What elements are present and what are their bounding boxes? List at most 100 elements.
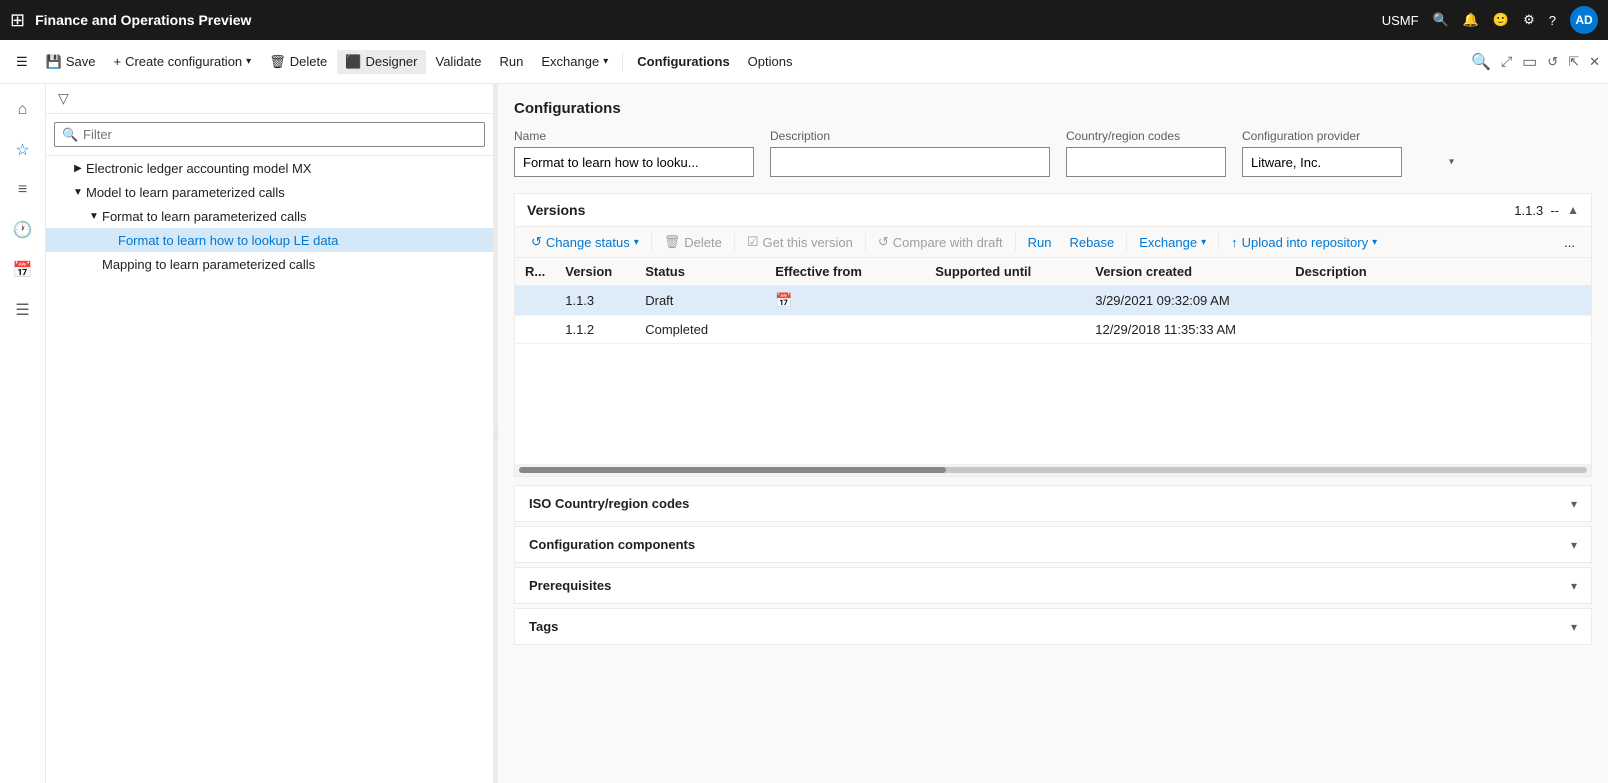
tree-item-format-lookup[interactable]: Format to learn how to lookup LE data (46, 228, 493, 252)
versions-section: Versions 1.1.3 -- ▲ ↺ Change status ▾ 🗑 … (514, 193, 1592, 477)
versions-exchange-button[interactable]: Exchange ▾ (1131, 232, 1214, 253)
delete-icon: 🗑 (269, 54, 286, 70)
waffle-icon[interactable]: ⊞ (10, 10, 25, 31)
col-header-version[interactable]: Version (555, 258, 635, 286)
col-header-supported[interactable]: Supported until (925, 258, 1085, 286)
app-title: Finance and Operations Preview (35, 12, 1382, 28)
table-row[interactable]: 1.1.3 Draft 📅 3/29/2021 09:32:09 AM (515, 286, 1591, 316)
tree-toggle-electronic-ledger[interactable]: ▶ (70, 160, 86, 176)
filter-button[interactable]: ▽ (54, 88, 73, 109)
iso-header[interactable]: ISO Country/region codes ▾ (515, 486, 1591, 521)
options-button[interactable]: Options (740, 50, 801, 73)
config-tree: ▶ Electronic ledger accounting model MX … (46, 156, 493, 783)
cell-r-0 (515, 286, 555, 316)
vt-sep-1 (651, 233, 652, 251)
hamburger-menu-button[interactable]: ☰ (8, 50, 36, 74)
country-input[interactable] (1066, 147, 1226, 177)
nav-filter-input[interactable] (54, 122, 485, 147)
main-layout: ⌂ ☆ ≡ 🕐 📅 ☰ ▽ 🔍 ▶ Electronic ledger acco… (0, 84, 1608, 783)
versions-run-button[interactable]: Run (1020, 232, 1060, 253)
validate-button[interactable]: Validate (428, 50, 490, 73)
country-field: Country/region codes (1066, 129, 1226, 177)
panel-icon[interactable]: ▭ (1522, 52, 1537, 72)
col-header-created[interactable]: Version created (1085, 258, 1285, 286)
designer-icon: ⬛ (345, 54, 361, 70)
fullscreen-icon[interactable]: ⤢ (1501, 53, 1512, 70)
provider-dropdown-arrow: ▾ (1449, 157, 1454, 168)
tree-toggle-model-parameterized[interactable]: ▼ (70, 184, 86, 200)
calendar-date-icon[interactable]: 📅 (775, 292, 792, 308)
refresh-icon[interactable]: ↺ (1547, 54, 1558, 70)
versions-more-button[interactable]: ... (1556, 232, 1583, 253)
toolbar-search-icon[interactable]: 🔍 (1471, 52, 1491, 72)
tree-item-format-parameterized[interactable]: ▼ Format to learn parameterized calls (46, 204, 493, 228)
get-version-icon: ☑ (747, 234, 759, 250)
versions-separator: -- (1550, 203, 1559, 218)
tree-item-electronic-ledger[interactable]: ▶ Electronic ledger accounting model MX (46, 156, 493, 180)
col-header-description[interactable]: Description (1285, 258, 1591, 286)
run-button[interactable]: Run (492, 50, 532, 73)
tree-toggle-mapping (86, 256, 102, 272)
prerequisites-section: Prerequisites ▾ (514, 567, 1592, 604)
sidebar-icons: ⌂ ☆ ≡ 🕐 📅 ☰ (0, 84, 46, 783)
clock-icon[interactable]: 🕐 (5, 212, 41, 248)
help-icon[interactable]: ? (1549, 13, 1556, 28)
versions-delete-button[interactable]: 🗑 Delete (656, 231, 730, 253)
bell-icon[interactable]: 🔔 (1463, 12, 1479, 28)
upload-dropdown-arrow: ▾ (1372, 237, 1377, 248)
vt-sep-2 (734, 233, 735, 251)
change-status-button[interactable]: ↺ Change status ▾ (523, 231, 647, 253)
horizontal-scrollbar[interactable] (515, 464, 1591, 476)
save-button[interactable]: 💾 Save (38, 50, 104, 74)
close-icon[interactable]: ✕ (1589, 54, 1600, 70)
form-row: Name Description Country/region codes Co… (514, 129, 1592, 177)
expand-icon[interactable]: ⇱ (1568, 54, 1579, 70)
versions-table-header-row: R... Version Status Effective from Suppo… (515, 258, 1591, 286)
col-header-effective[interactable]: Effective from (765, 258, 925, 286)
tree-toggle-format-parameterized[interactable]: ▼ (86, 208, 102, 224)
settings-icon[interactable]: ⚙ (1523, 12, 1535, 28)
provider-select[interactable]: Litware, Inc. (1242, 147, 1402, 177)
tree-toggle-format-lookup (102, 232, 118, 248)
tree-item-mapping-parameterized[interactable]: Mapping to learn parameterized calls (46, 252, 493, 276)
prerequisites-header[interactable]: Prerequisites ▾ (515, 568, 1591, 603)
versions-table-container: R... Version Status Effective from Suppo… (515, 258, 1591, 344)
toolbar-separator-1 (622, 52, 623, 72)
name-input[interactable] (514, 147, 754, 177)
components-header[interactable]: Configuration components ▾ (515, 527, 1591, 562)
get-this-version-button[interactable]: ☑ Get this version (739, 231, 861, 253)
scrollbar-thumb (519, 467, 946, 473)
emoji-icon[interactable]: 🙂 (1493, 12, 1509, 28)
exchange-dropdown-arrow: ▾ (603, 56, 608, 67)
upload-repository-button[interactable]: ↑ Upload into repository ▾ (1223, 232, 1385, 253)
cell-supported-0 (925, 286, 1085, 316)
description-input[interactable] (770, 147, 1050, 177)
exchange-button[interactable]: Exchange ▾ (533, 50, 616, 73)
versions-toolbar: ↺ Change status ▾ 🗑 Delete ☑ Get this ve… (515, 227, 1591, 258)
home-icon[interactable]: ⌂ (5, 92, 41, 128)
cell-status-1: Completed (635, 316, 765, 344)
tags-header[interactable]: Tags ▾ (515, 609, 1591, 644)
col-header-status[interactable]: Status (635, 258, 765, 286)
create-configuration-button[interactable]: + Create configuration ▾ (105, 50, 259, 73)
versions-empty-space (515, 344, 1591, 464)
plus-icon: + (113, 54, 121, 69)
configurations-button[interactable]: Configurations (629, 50, 737, 73)
nav-icon[interactable]: ≡ (5, 172, 41, 208)
versions-collapse-button[interactable]: ▲ (1567, 203, 1579, 217)
user-code: USMF (1382, 13, 1419, 28)
tree-item-model-parameterized[interactable]: ▼ Model to learn parameterized calls (46, 180, 493, 204)
rebase-button[interactable]: Rebase (1061, 232, 1122, 253)
delete-button[interactable]: 🗑 Delete (261, 50, 335, 74)
user-avatar[interactable]: AD (1570, 6, 1598, 34)
calendar-nav-icon[interactable]: 📅 (5, 252, 41, 288)
versions-badge: 1.1.3 -- (1514, 203, 1559, 218)
search-icon[interactable]: 🔍 (1433, 12, 1449, 28)
description-field: Description (770, 129, 1050, 177)
table-row[interactable]: 1.1.2 Completed 12/29/2018 11:35:33 AM (515, 316, 1591, 344)
list-icon[interactable]: ☰ (5, 292, 41, 328)
star-icon[interactable]: ☆ (5, 132, 41, 168)
upload-icon: ↑ (1231, 235, 1238, 250)
designer-button[interactable]: ⬛ Designer (337, 50, 425, 74)
compare-draft-button[interactable]: ↺ Compare with draft (870, 231, 1011, 253)
